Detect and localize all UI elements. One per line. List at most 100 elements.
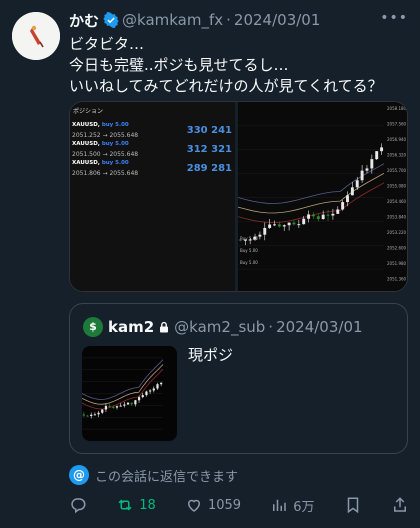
retweet-icon	[118, 499, 132, 511]
quote-separator: ·	[268, 318, 274, 336]
candle-body	[137, 397, 141, 401]
candle-body	[82, 414, 85, 416]
candle-body	[282, 225, 286, 227]
author-avatar[interactable]	[12, 12, 60, 60]
candle-body	[263, 227, 267, 235]
candle-body	[108, 406, 111, 408]
position-profit: 330 241	[186, 125, 232, 136]
candle-body	[243, 239, 247, 241]
tweet-text-line: 今日も完璧..ポジも見せてるし…	[69, 56, 289, 74]
quote-text: 現ポジ	[188, 346, 234, 364]
bookmark-button[interactable]	[344, 496, 362, 514]
candle-body	[123, 404, 126, 406]
candle-body	[297, 224, 301, 226]
candle-body	[156, 384, 159, 389]
position-symbol: XAUUSD,	[72, 160, 100, 166]
candle-body	[248, 239, 252, 241]
at-sign-icon: @	[69, 465, 89, 485]
header-separator: ·	[226, 11, 231, 29]
price-axis-label: 2055.080	[387, 184, 406, 189]
candle-body	[134, 400, 137, 405]
share-icon	[393, 497, 406, 512]
position-side: buy 5.00	[101, 122, 129, 128]
position-profit: 312 321	[186, 144, 232, 155]
price-axis-label: 2053.220	[387, 230, 406, 235]
candle-body	[350, 187, 354, 196]
reply-button[interactable]	[69, 496, 87, 514]
tweet-date[interactable]: 2024/03/01	[234, 11, 320, 29]
lock-icon	[160, 321, 169, 333]
price-axis-label: 2052.600	[387, 246, 406, 251]
bookmark-icon	[347, 497, 358, 514]
position-range: 2051.252 → 2055.648	[72, 132, 139, 139]
tweet-text: ビタビタ… 今日も完璧..ポジも見せてるし… いいねしてみてどれだけの人が見てく…	[69, 34, 409, 97]
candle-body	[311, 214, 315, 217]
candle-body	[355, 180, 359, 188]
candle-body	[104, 406, 108, 410]
positions-screenshot[interactable]: ポジション XAUUSD, buy 5.00 2051.252 → 2055.6…	[70, 102, 238, 291]
candle-body	[130, 402, 133, 405]
heart-icon	[187, 499, 200, 512]
author-name[interactable]: かむ	[69, 10, 99, 31]
tweet: かむ @kamkam_fx · 2024/03/01 ••• ビタビタ… 今日も…	[0, 0, 420, 528]
candle-body	[375, 151, 379, 160]
candle-body	[326, 214, 330, 216]
candle-body	[273, 224, 276, 226]
avatar-illustration-icon	[12, 12, 60, 60]
candle-body	[238, 239, 242, 241]
candle-body	[277, 224, 281, 227]
candle-body	[316, 216, 320, 220]
tweet-header: かむ @kamkam_fx · 2024/03/01	[69, 10, 408, 30]
candle-body	[93, 414, 96, 416]
retweet-button[interactable]: 18	[116, 496, 156, 514]
position-row: XAUUSD, buy 5.00 2051.806 → 2055.648 289…	[72, 160, 234, 186]
tweet-text-line: いいねしてみてどれだけの人が見てくれてる？	[69, 77, 383, 95]
candle-body	[90, 414, 93, 417]
tweet-media[interactable]: ポジション XAUUSD, buy 5.00 2051.252 → 2055.6…	[69, 101, 408, 292]
candle-body	[370, 159, 374, 169]
analytics-icon	[273, 499, 286, 511]
price-axis-label: 2056.320	[387, 153, 406, 158]
position-profit: 289 281	[186, 163, 232, 174]
quote-header: kam2 @kam2_sub · 2024/03/01	[108, 318, 363, 336]
candle-body	[97, 412, 100, 415]
price-axis-label: 2051.360	[387, 277, 406, 282]
candlestick-chart-screenshot[interactable]: Buy 5.00 Buy 5.00 Buy 5.00 2058.180 2057.…	[237, 102, 407, 291]
candle-body	[145, 391, 148, 396]
more-options-icon[interactable]: •••	[380, 10, 408, 26]
chart-label: Buy 5.00	[240, 260, 258, 265]
like-button[interactable]: 1059	[185, 496, 241, 514]
candle-body	[268, 224, 272, 228]
price-axis-label: 2055.700	[387, 168, 406, 173]
candle-body	[321, 214, 325, 220]
position-side: buy 5.00	[101, 160, 129, 166]
quote-media-thumbnail[interactable]	[82, 346, 177, 441]
quote-author-handle[interactable]: @kam2_sub	[174, 318, 265, 336]
candle-body	[149, 390, 152, 392]
candle-body	[115, 406, 119, 408]
candle-body	[152, 388, 155, 391]
quote-author-name[interactable]: kam2	[108, 318, 154, 336]
candle-body	[336, 209, 340, 214]
quote-date[interactable]: 2024/03/01	[276, 318, 362, 336]
reply-restriction-text: この会話に返信できます	[95, 469, 239, 485]
position-range: 2051.806 → 2055.648	[72, 170, 139, 177]
author-handle[interactable]: @kamkam_fx	[122, 11, 223, 29]
quote-chart-graphic	[82, 357, 164, 430]
candle-body	[292, 222, 296, 225]
share-button[interactable]	[391, 496, 409, 514]
candle-body	[126, 402, 130, 405]
like-count: 1059	[207, 497, 242, 513]
reply-icon	[71, 498, 86, 514]
candlestick-chart-graphic: Buy 5.00 Buy 5.00 Buy 5.00 2058.1802057.…	[237, 106, 407, 282]
candle-body	[141, 395, 144, 398]
positions-title: ポジション	[73, 108, 104, 115]
view-count: 6万	[293, 499, 315, 515]
candle-body	[258, 234, 262, 237]
views-button[interactable]: 6万	[270, 496, 315, 515]
quote-avatar[interactable]: $	[83, 317, 103, 337]
candle-body	[101, 409, 104, 413]
candle-body	[160, 382, 163, 385]
price-axis-label: 2054.460	[387, 199, 406, 204]
quoted-tweet[interactable]: $ kam2 @kam2_sub · 2024/03/01 現ポジ	[69, 303, 408, 454]
